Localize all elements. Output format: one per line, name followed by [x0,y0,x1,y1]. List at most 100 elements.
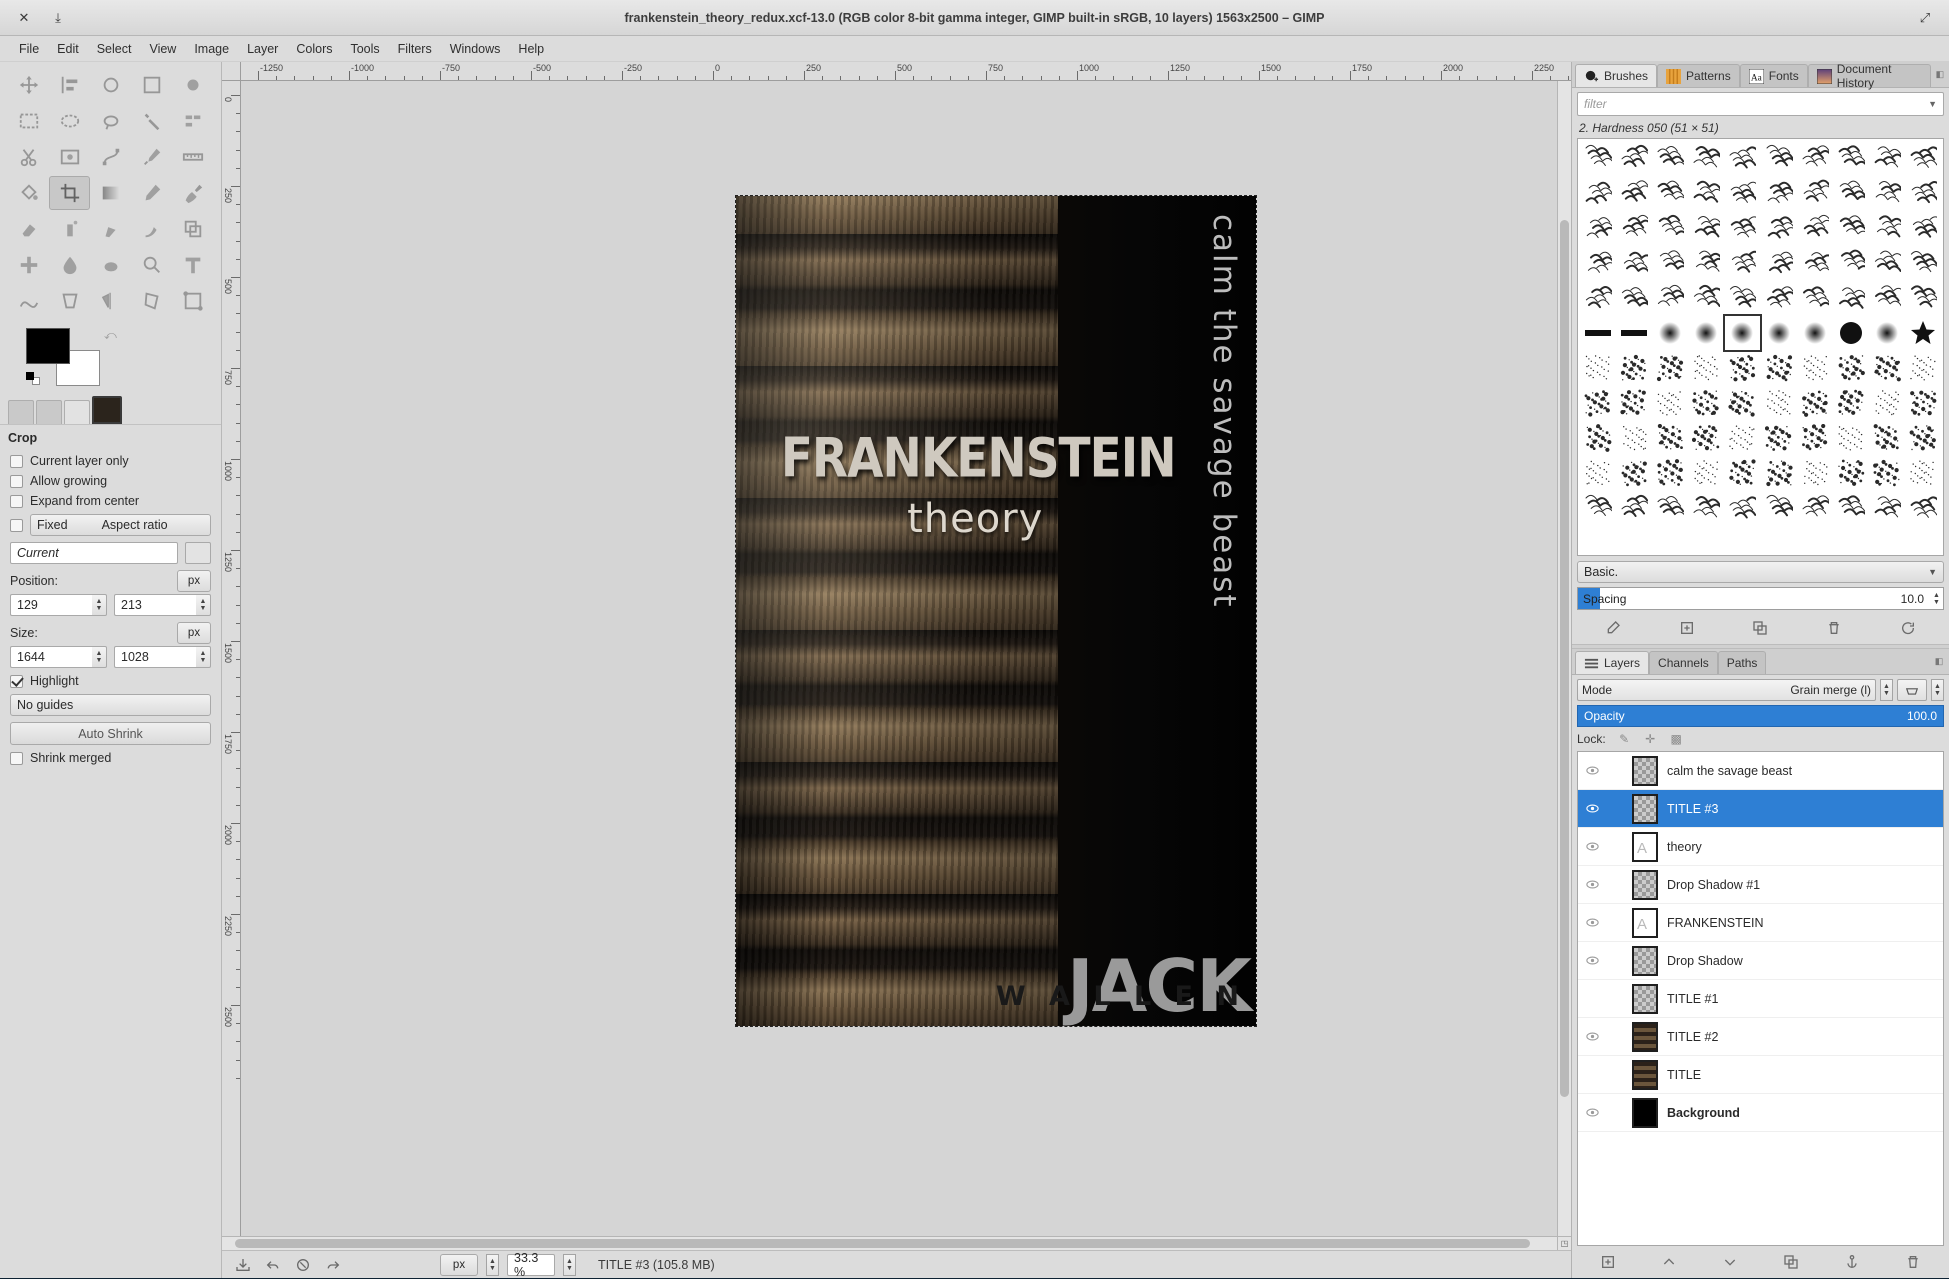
menu-file[interactable]: File [10,39,48,59]
layer-visibility-eye-icon[interactable] [1578,763,1606,778]
brush-cell[interactable] [1761,351,1796,385]
brush-cell[interactable] [1725,141,1760,175]
brush-cell[interactable] [1616,141,1651,175]
tool-ink-tool[interactable] [90,212,131,246]
brush-cell[interactable] [1870,456,1905,490]
lower-layer-icon[interactable] [1718,1251,1742,1273]
reset-colors-icon[interactable] [26,372,42,386]
vertical-scroll-thumb[interactable] [1560,220,1569,1098]
menu-help[interactable]: Help [509,39,553,59]
cancel-icon[interactable] [292,1255,314,1275]
brush-cell[interactable] [1761,281,1796,315]
dock-tab-pattern[interactable] [36,400,62,424]
brush-cell[interactable] [1616,246,1651,280]
vertical-scrollbar[interactable] [1557,81,1571,1236]
delete-layer-icon[interactable] [1901,1251,1925,1273]
navigation-preview-button[interactable]: ◳ [1557,1236,1571,1250]
brush-cell[interactable] [1616,281,1651,315]
tool-airbrush-tool[interactable] [49,212,90,246]
brush-cell[interactable] [1761,386,1796,420]
new-layer-icon[interactable] [1596,1251,1620,1273]
position-unit-combo[interactable]: px [177,570,211,592]
brush-cell[interactable] [1797,316,1832,350]
brush-cell[interactable] [1689,246,1724,280]
tool-paintbrush-tool[interactable] [172,176,213,210]
brush-cell[interactable] [1797,456,1832,490]
brush-cell[interactable] [1833,351,1868,385]
tool-warp-transform-tool[interactable] [8,284,49,318]
brush-cell[interactable] [1616,316,1651,350]
tool-unified-transform-tool[interactable] [131,68,172,102]
brush-cell[interactable] [1797,176,1832,210]
layer-visibility-eye-icon[interactable] [1578,877,1606,892]
brush-cell[interactable] [1833,491,1868,525]
brush-cell[interactable] [1870,421,1905,455]
brush-cell[interactable] [1870,176,1905,210]
tool-dodge-burn-tool[interactable] [131,248,172,282]
tool-cage-transform-tool[interactable] [131,284,172,318]
layer-row[interactable]: Drop Shadow #1 [1578,866,1943,904]
brush-cell[interactable] [1797,281,1832,315]
fixed-checkbox[interactable] [10,519,23,532]
tool-by-color-select-tool[interactable] [172,104,213,138]
dock-tab-image-blank[interactable] [64,400,90,424]
brush-cell[interactable] [1652,351,1687,385]
status-unit-combo[interactable]: px [440,1254,478,1276]
tool-clone-tool[interactable] [172,212,213,246]
brush-set-combo[interactable]: Basic. ▼ [1577,561,1944,583]
brush-cell[interactable] [1797,211,1832,245]
layers-dock-menu-icon[interactable]: ◧ [1929,649,1949,674]
current-layer-only-checkbox[interactable] [10,455,23,468]
horizontal-ruler[interactable]: -1250-1000-750-500-250025050075010001250… [222,62,1571,81]
tool-move-tool[interactable] [8,68,49,102]
brush-cell[interactable] [1689,491,1724,525]
tool-bucket-fill-tool[interactable] [8,176,49,210]
tool-mypaint-brush-tool[interactable] [131,212,172,246]
position-y-input[interactable]: 213 [114,594,196,616]
brush-cell[interactable] [1652,141,1687,175]
brush-cell[interactable] [1833,176,1868,210]
brush-cell[interactable] [1616,456,1651,490]
menu-edit[interactable]: Edit [48,39,88,59]
brush-cell[interactable] [1652,176,1687,210]
option-current-layer-only[interactable]: Current layer only [0,451,221,471]
tab-patterns[interactable]: Patterns [1657,64,1740,87]
tool-foreground-select-tool[interactable] [49,140,90,174]
layer-mode-combo[interactable]: Mode Grain merge (l) [1577,679,1876,701]
tab-paths[interactable]: Paths [1718,651,1767,674]
allow-growing-checkbox[interactable] [10,475,23,488]
size-height-input[interactable]: 1028 [114,646,196,668]
tool-paths-tool[interactable] [90,140,131,174]
tool-gradient-tool[interactable] [90,176,131,210]
new-brush-icon[interactable] [1675,617,1699,639]
image-canvas[interactable]: FRANKENSTEIN theory calm the savage beas… [241,81,1557,1236]
tool-blur-sharpen-tool[interactable] [49,248,90,282]
layer-row[interactable]: Drop Shadow [1578,942,1943,980]
brush-cell[interactable] [1652,386,1687,420]
brush-cell[interactable] [1725,211,1760,245]
brush-cell[interactable] [1616,176,1651,210]
tool-perspective-tool[interactable] [49,284,90,318]
lock-pixels-icon[interactable]: ✎ [1617,732,1632,746]
brush-cell[interactable] [1797,246,1832,280]
zoom-level-input[interactable]: 33.3 % [507,1254,555,1276]
brush-cell[interactable] [1761,421,1796,455]
brush-cell[interactable] [1906,351,1941,385]
menu-colors[interactable]: Colors [287,39,341,59]
tool-measure-tool[interactable] [172,140,213,174]
brush-cell[interactable] [1833,246,1868,280]
redo-icon[interactable] [322,1255,344,1275]
tool-pencil-tool[interactable] [131,176,172,210]
position-x-stepper[interactable]: ▲▼ [92,594,107,616]
size-height-stepper[interactable]: ▲▼ [196,646,211,668]
brush-cell[interactable] [1833,386,1868,420]
brush-grid[interactable] [1577,138,1944,556]
brush-cell[interactable] [1761,246,1796,280]
layer-visibility-eye-icon[interactable] [1578,839,1606,854]
brush-cell[interactable] [1580,281,1615,315]
brush-cell[interactable] [1725,316,1760,350]
brush-cell[interactable] [1580,491,1615,525]
brush-cell[interactable] [1689,176,1724,210]
position-y-stepper[interactable]: ▲▼ [196,594,211,616]
brush-cell[interactable] [1906,491,1941,525]
